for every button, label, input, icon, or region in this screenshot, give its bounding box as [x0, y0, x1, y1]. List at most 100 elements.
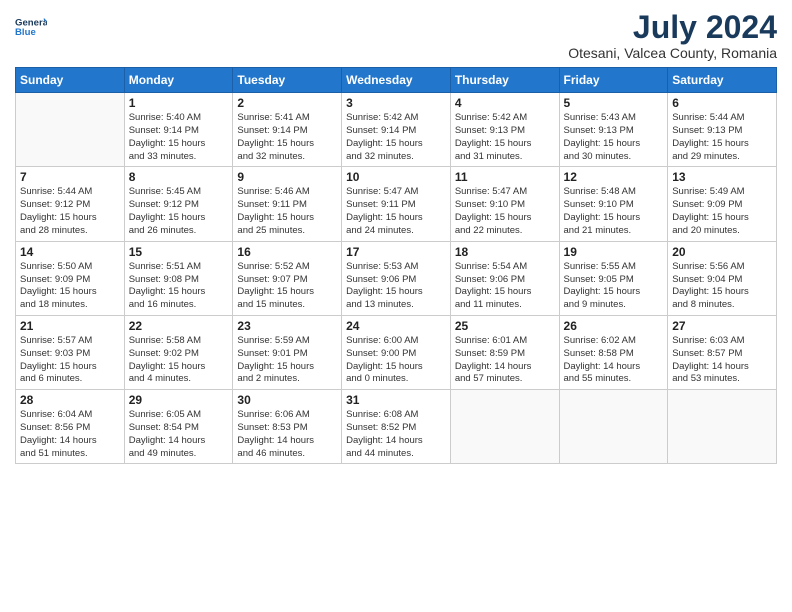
day-number: 4	[455, 96, 555, 110]
day-number: 21	[20, 319, 120, 333]
day-number: 5	[564, 96, 664, 110]
calendar-cell: 6Sunrise: 5:44 AMSunset: 9:13 PMDaylight…	[668, 93, 777, 167]
day-number: 15	[129, 245, 229, 259]
weekday-header: Friday	[559, 68, 668, 93]
day-number: 17	[346, 245, 446, 259]
calendar-cell: 22 Sunrise: 5:58 AMSunset: 9:02 PMDayligh…	[124, 315, 233, 389]
logo-svg: General Blue	[15, 10, 47, 46]
day-info: Sunrise: 5:54 AMSunset: 9:06 PMDaylight:…	[455, 261, 555, 312]
calendar-week-row: 14 Sunrise: 5:50 AMSunset: 9:09 PMDayligh…	[16, 241, 777, 315]
day-number: 24	[346, 319, 446, 333]
day-number: 9	[237, 170, 337, 184]
day-info: Sunrise: 5:47 AMSunset: 9:10 PMDaylight:…	[455, 186, 555, 237]
day-info: Sunrise: 5:42 AMSunset: 9:13 PMDaylight:…	[455, 112, 555, 163]
day-info: Sunrise: 5:53 AMSunset: 9:06 PMDaylight:…	[346, 261, 446, 312]
day-number: 29	[129, 393, 229, 407]
day-number: 27	[672, 319, 772, 333]
calendar-cell: 1 Sunrise: 5:40 AMSunset: 9:14 PMDaylight…	[124, 93, 233, 167]
calendar-cell: 29 Sunrise: 6:05 AMSunset: 8:54 PMDayligh…	[124, 390, 233, 464]
weekday-header: Monday	[124, 68, 233, 93]
day-info: Sunrise: 5:56 AMSunset: 9:04 PMDaylight:…	[672, 261, 772, 312]
day-info: Sunrise: 5:44 AMSunset: 9:12 PMDaylight:…	[20, 186, 120, 237]
day-number: 14	[20, 245, 120, 259]
day-info: Sunrise: 6:02 AMSunset: 8:58 PMDaylight:…	[564, 335, 664, 386]
calendar-cell: 30 Sunrise: 6:06 AMSunset: 8:53 PMDayligh…	[233, 390, 342, 464]
day-info: Sunrise: 5:46 AMSunset: 9:11 PMDaylight:…	[237, 186, 337, 237]
calendar-cell: 21 Sunrise: 5:57 AMSunset: 9:03 PMDayligh…	[16, 315, 125, 389]
day-info: Sunrise: 6:05 AMSunset: 8:54 PMDaylight:…	[129, 409, 229, 460]
day-info: Sunrise: 5:50 AMSunset: 9:09 PMDaylight:…	[20, 261, 120, 312]
calendar-cell: 9 Sunrise: 5:46 AMSunset: 9:11 PMDaylight…	[233, 167, 342, 241]
day-number: 20	[672, 245, 772, 259]
day-number: 1	[129, 96, 229, 110]
header: General Blue July 2024 Otesani, Valcea C…	[15, 10, 777, 61]
day-number: 28	[20, 393, 120, 407]
day-info: Sunrise: 5:49 AMSunset: 9:09 PMDaylight:…	[672, 186, 772, 237]
day-number: 25	[455, 319, 555, 333]
day-number: 16	[237, 245, 337, 259]
day-number: 7	[20, 170, 120, 184]
weekday-header: Sunday	[16, 68, 125, 93]
calendar-cell: 8 Sunrise: 5:45 AMSunset: 9:12 PMDaylight…	[124, 167, 233, 241]
day-info: Sunrise: 5:57 AMSunset: 9:03 PMDaylight:…	[20, 335, 120, 386]
day-number: 3	[346, 96, 446, 110]
logo: General Blue	[15, 10, 47, 46]
day-info: Sunrise: 6:06 AMSunset: 8:53 PMDaylight:…	[237, 409, 337, 460]
calendar-cell: 20 Sunrise: 5:56 AMSunset: 9:04 PMDayligh…	[668, 241, 777, 315]
calendar-cell: 7 Sunrise: 5:44 AMSunset: 9:12 PMDaylight…	[16, 167, 125, 241]
calendar-cell: 2 Sunrise: 5:41 AMSunset: 9:14 PMDaylight…	[233, 93, 342, 167]
day-info: Sunrise: 5:59 AMSunset: 9:01 PMDaylight:…	[237, 335, 337, 386]
calendar-cell: 26 Sunrise: 6:02 AMSunset: 8:58 PMDayligh…	[559, 315, 668, 389]
day-info: Sunrise: 5:45 AMSunset: 9:12 PMDaylight:…	[129, 186, 229, 237]
location-subtitle: Otesani, Valcea County, Romania	[568, 45, 777, 61]
day-info: Sunrise: 5:52 AMSunset: 9:07 PMDaylight:…	[237, 261, 337, 312]
calendar-cell: 16 Sunrise: 5:52 AMSunset: 9:07 PMDayligh…	[233, 241, 342, 315]
calendar-cell: 18 Sunrise: 5:54 AMSunset: 9:06 PMDayligh…	[450, 241, 559, 315]
calendar-cell: 3 Sunrise: 5:42 AMSunset: 9:14 PMDaylight…	[342, 93, 451, 167]
calendar-cell: 28 Sunrise: 6:04 AMSunset: 8:56 PMDayligh…	[16, 390, 125, 464]
calendar-cell	[450, 390, 559, 464]
day-info: Sunrise: 5:58 AMSunset: 9:02 PMDaylight:…	[129, 335, 229, 386]
day-info: Sunrise: 5:41 AMSunset: 9:14 PMDaylight:…	[237, 112, 337, 163]
calendar-cell: 13 Sunrise: 5:49 AMSunset: 9:09 PMDayligh…	[668, 167, 777, 241]
calendar-cell: 5Sunrise: 5:43 AMSunset: 9:13 PMDaylight…	[559, 93, 668, 167]
weekday-header: Saturday	[668, 68, 777, 93]
day-number: 22	[129, 319, 229, 333]
calendar-cell: 11 Sunrise: 5:47 AMSunset: 9:10 PMDayligh…	[450, 167, 559, 241]
weekday-header: Tuesday	[233, 68, 342, 93]
day-number: 30	[237, 393, 337, 407]
calendar-cell	[16, 93, 125, 167]
day-info: Sunrise: 5:48 AMSunset: 9:10 PMDaylight:…	[564, 186, 664, 237]
day-info: Sunrise: 5:40 AMSunset: 9:14 PMDaylight:…	[129, 112, 229, 163]
calendar-cell: 14 Sunrise: 5:50 AMSunset: 9:09 PMDayligh…	[16, 241, 125, 315]
day-info: Sunrise: 6:03 AMSunset: 8:57 PMDaylight:…	[672, 335, 772, 386]
calendar-cell: 23 Sunrise: 5:59 AMSunset: 9:01 PMDayligh…	[233, 315, 342, 389]
day-number: 2	[237, 96, 337, 110]
calendar-cell: 24 Sunrise: 6:00 AMSunset: 9:00 PMDayligh…	[342, 315, 451, 389]
calendar-week-row: 28 Sunrise: 6:04 AMSunset: 8:56 PMDayligh…	[16, 390, 777, 464]
day-info: Sunrise: 6:01 AMSunset: 8:59 PMDaylight:…	[455, 335, 555, 386]
calendar-cell: 15Sunrise: 5:51 AMSunset: 9:08 PMDayligh…	[124, 241, 233, 315]
calendar-cell: 10Sunrise: 5:47 AMSunset: 9:11 PMDayligh…	[342, 167, 451, 241]
day-info: Sunrise: 5:42 AMSunset: 9:14 PMDaylight:…	[346, 112, 446, 163]
day-info: Sunrise: 5:55 AMSunset: 9:05 PMDaylight:…	[564, 261, 664, 312]
day-info: Sunrise: 6:00 AMSunset: 9:00 PMDaylight:…	[346, 335, 446, 386]
day-number: 13	[672, 170, 772, 184]
day-info: Sunrise: 6:04 AMSunset: 8:56 PMDaylight:…	[20, 409, 120, 460]
calendar-cell: 31 Sunrise: 6:08 AMSunset: 8:52 PMDayligh…	[342, 390, 451, 464]
day-number: 8	[129, 170, 229, 184]
calendar-cell: 25 Sunrise: 6:01 AMSunset: 8:59 PMDayligh…	[450, 315, 559, 389]
day-number: 12	[564, 170, 664, 184]
day-number: 6	[672, 96, 772, 110]
day-number: 18	[455, 245, 555, 259]
day-number: 23	[237, 319, 337, 333]
calendar-week-row: 21 Sunrise: 5:57 AMSunset: 9:03 PMDayligh…	[16, 315, 777, 389]
day-number: 31	[346, 393, 446, 407]
svg-text:Blue: Blue	[15, 27, 36, 38]
day-number: 26	[564, 319, 664, 333]
calendar-cell: 19Sunrise: 5:55 AMSunset: 9:05 PMDayligh…	[559, 241, 668, 315]
day-info: Sunrise: 6:08 AMSunset: 8:52 PMDaylight:…	[346, 409, 446, 460]
weekday-header: Thursday	[450, 68, 559, 93]
day-number: 11	[455, 170, 555, 184]
calendar-body: 1 Sunrise: 5:40 AMSunset: 9:14 PMDaylight…	[16, 93, 777, 464]
